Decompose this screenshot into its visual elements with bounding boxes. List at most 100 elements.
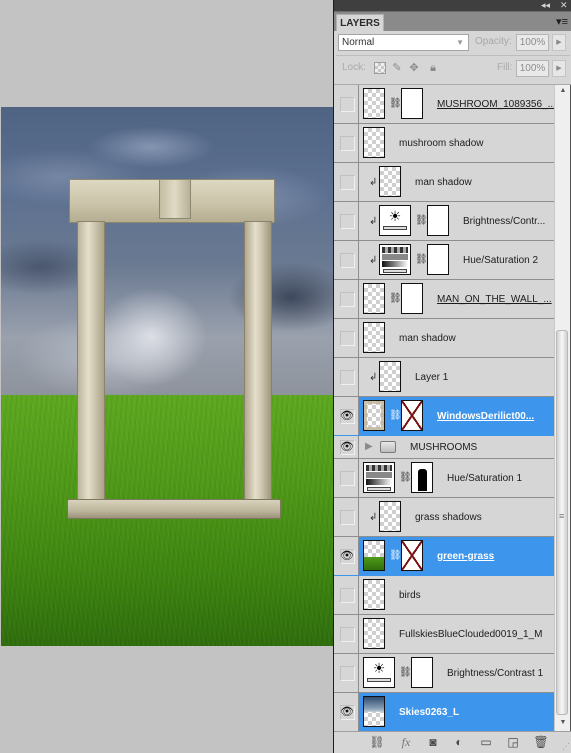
- visibility-toggle[interactable]: [334, 459, 359, 497]
- layer-list-scrollbar[interactable]: ▲ ≡ ▼: [554, 85, 570, 731]
- mask-link-icon[interactable]: ⛓: [389, 410, 402, 422]
- visibility-toggle[interactable]: [334, 280, 359, 318]
- layer-row[interactable]: ⛓ Hue/Saturation 1: [334, 459, 554, 498]
- mask-link-icon[interactable]: ⛓: [399, 472, 412, 484]
- fill-slider-button[interactable]: ▶: [552, 60, 566, 77]
- layer-thumbnail[interactable]: [363, 579, 385, 610]
- visibility-toggle[interactable]: [334, 202, 359, 240]
- layer-thumbnail[interactable]: [363, 400, 385, 431]
- layer-thumbnail[interactable]: [363, 618, 385, 649]
- layer-name[interactable]: Hue/Saturation 1: [447, 473, 522, 484]
- layer-thumbnail[interactable]: [379, 166, 401, 197]
- layer-name[interactable]: MUSHROOM_1089356_...: [437, 99, 554, 110]
- layer-thumbnail[interactable]: [363, 540, 385, 571]
- layer-mask-thumbnail[interactable]: [411, 657, 433, 688]
- visibility-toggle[interactable]: 👁︎: [334, 693, 359, 731]
- layer-mask-thumbnail[interactable]: [427, 205, 449, 236]
- eye-icon[interactable]: 👁︎: [339, 409, 355, 424]
- layer-name[interactable]: green-grass: [437, 551, 494, 562]
- visibility-toggle[interactable]: 👁︎: [334, 537, 359, 575]
- resize-grip-icon[interactable]: ⋰: [562, 742, 570, 751]
- layer-row[interactable]: ↲ ☀ ⛓ Brightness/Contr...: [334, 202, 554, 241]
- layer-row[interactable]: ↲ man shadow: [334, 163, 554, 202]
- layer-name[interactable]: man shadow: [399, 333, 456, 344]
- visibility-toggle[interactable]: [334, 319, 359, 357]
- scroll-up-arrow-icon[interactable]: ▲: [557, 87, 569, 94]
- collapse-panel-icon[interactable]: ◂◂: [541, 0, 550, 11]
- panel-menu-icon[interactable]: ▾≡: [556, 15, 568, 29]
- layer-mask-thumbnail[interactable]: [401, 88, 423, 119]
- visibility-box[interactable]: [340, 330, 355, 346]
- layer-name[interactable]: WindowsDerilict00...: [437, 411, 534, 422]
- brightness-contrast-icon[interactable]: ☀: [363, 657, 395, 688]
- layer-thumbnail[interactable]: [363, 283, 385, 314]
- layer-row[interactable]: ↲ Layer 1: [334, 358, 554, 397]
- layer-row[interactable]: 👁︎ ⛓ WindowsDerilict00...: [334, 397, 554, 436]
- mask-link-icon[interactable]: ⛓: [389, 98, 402, 110]
- visibility-box[interactable]: [340, 291, 355, 307]
- opacity-slider-button[interactable]: ▶: [552, 34, 566, 51]
- link-layers-icon[interactable]: ⛓: [368, 735, 386, 749]
- layer-name[interactable]: Brightness/Contrast 1: [447, 668, 543, 679]
- visibility-toggle[interactable]: [334, 163, 359, 201]
- eye-icon[interactable]: 👁︎: [339, 549, 355, 564]
- scrollbar-thumb[interactable]: ≡: [556, 330, 568, 715]
- fx-icon[interactable]: fx: [397, 735, 415, 749]
- visibility-box[interactable]: [340, 665, 355, 681]
- visibility-toggle[interactable]: 👁︎: [334, 436, 359, 458]
- new-layer-icon[interactable]: ◲: [504, 735, 522, 749]
- close-panel-icon[interactable]: ✕: [560, 0, 568, 11]
- visibility-toggle[interactable]: [334, 85, 359, 123]
- expand-group-arrow-icon[interactable]: ▶: [365, 441, 373, 452]
- layer-name[interactable]: MUSHROOMS: [410, 442, 477, 453]
- visibility-box[interactable]: [340, 509, 355, 525]
- mask-link-icon[interactable]: ⛓: [415, 254, 428, 266]
- layer-mask-thumbnail[interactable]: [401, 540, 423, 571]
- mask-link-icon[interactable]: ⛓: [389, 293, 402, 305]
- layer-thumbnail[interactable]: [363, 696, 385, 727]
- blend-mode-select[interactable]: Normal ▼: [338, 34, 469, 51]
- layer-name[interactable]: Layer 1: [415, 372, 448, 383]
- document-canvas[interactable]: [1, 107, 333, 646]
- mask-link-icon[interactable]: ⛓: [415, 215, 428, 227]
- visibility-toggle[interactable]: 👁︎: [334, 397, 359, 435]
- layer-row[interactable]: mushroom shadow: [334, 124, 554, 163]
- layer-mask-thumbnail[interactable]: [401, 400, 423, 431]
- lock-transparency-icon[interactable]: [374, 62, 386, 74]
- layer-name[interactable]: Skies0263_L: [399, 707, 459, 718]
- visibility-toggle[interactable]: [334, 615, 359, 653]
- visibility-toggle[interactable]: [334, 654, 359, 692]
- layer-mask-thumbnail[interactable]: [401, 283, 423, 314]
- opacity-input[interactable]: 100%: [516, 34, 549, 51]
- tab-layers[interactable]: LAYERS: [336, 14, 384, 32]
- layer-thumbnail[interactable]: [379, 361, 401, 392]
- trash-icon[interactable]: 🗑︎: [532, 735, 550, 749]
- layer-name[interactable]: Brightness/Contr...: [463, 216, 545, 227]
- layer-thumbnail[interactable]: [379, 501, 401, 532]
- layer-mask-thumbnail[interactable]: [411, 462, 433, 493]
- visibility-toggle[interactable]: [334, 241, 359, 279]
- mask-link-icon[interactable]: ⛓: [399, 667, 412, 679]
- layer-row[interactable]: FullskiesBlueClouded0019_1_M: [334, 615, 554, 654]
- visibility-toggle[interactable]: [334, 576, 359, 614]
- fill-input[interactable]: 100%: [516, 60, 549, 77]
- layer-row[interactable]: ⛓ MAN_ON_THE_WALL_...: [334, 280, 554, 319]
- layer-name[interactable]: mushroom shadow: [399, 138, 483, 149]
- visibility-box[interactable]: [340, 369, 355, 385]
- layer-row[interactable]: man shadow: [334, 319, 554, 358]
- visibility-box[interactable]: [340, 174, 355, 190]
- layer-name[interactable]: man shadow: [415, 177, 472, 188]
- hue-saturation-icon[interactable]: [363, 462, 395, 493]
- layer-row[interactable]: 👁︎ ⛓ green-grass: [334, 537, 554, 576]
- eye-icon[interactable]: 👁︎: [339, 440, 355, 455]
- layer-thumbnail[interactable]: [363, 322, 385, 353]
- visibility-box[interactable]: [340, 252, 355, 268]
- visibility-toggle[interactable]: [334, 124, 359, 162]
- layer-name[interactable]: birds: [399, 590, 421, 601]
- visibility-toggle[interactable]: [334, 358, 359, 396]
- visibility-box[interactable]: [340, 470, 355, 486]
- eye-icon[interactable]: 👁︎: [339, 705, 355, 720]
- layer-thumbnail[interactable]: [363, 127, 385, 158]
- layer-mask-thumbnail[interactable]: [427, 244, 449, 275]
- lock-image-pixels-icon[interactable]: ✎: [391, 62, 403, 74]
